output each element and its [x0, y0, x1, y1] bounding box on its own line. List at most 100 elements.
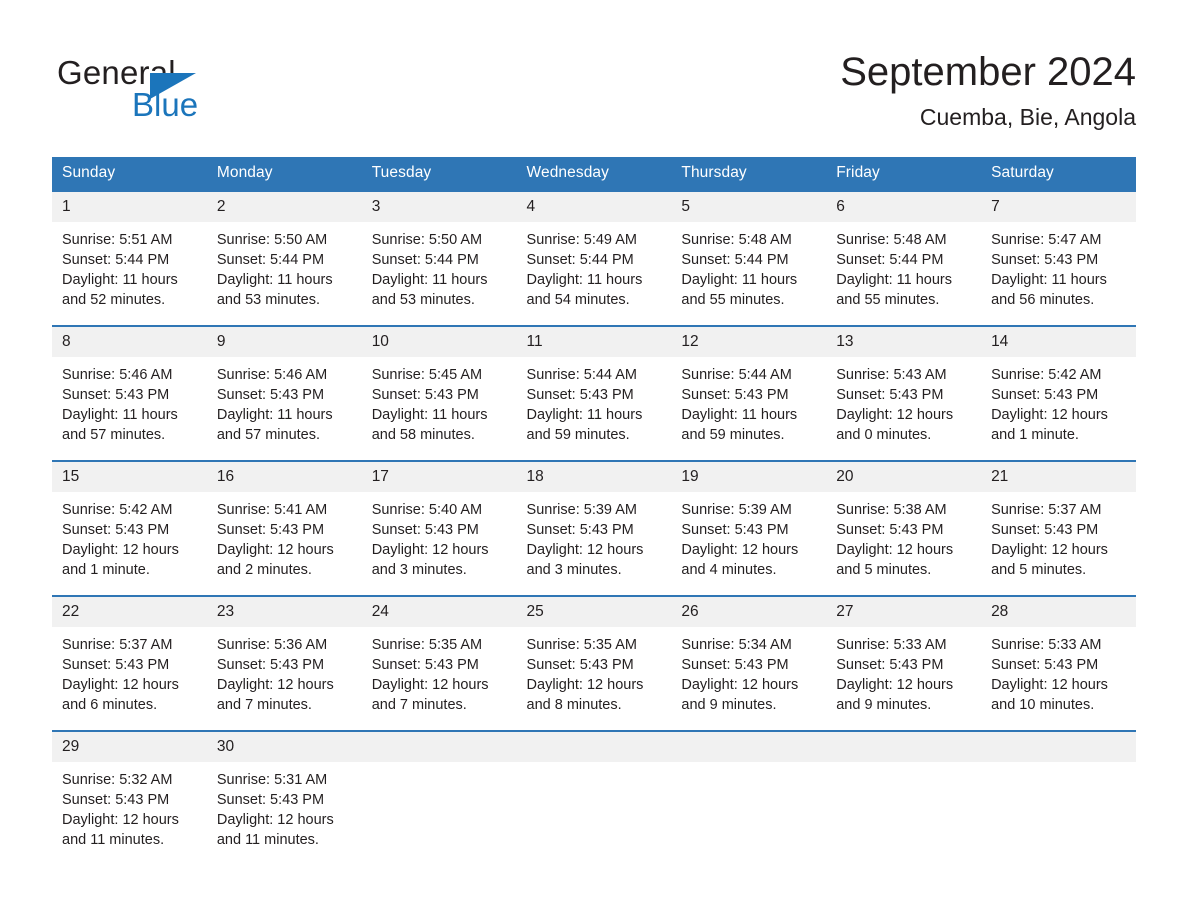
day-number: 12: [671, 327, 827, 357]
day-number: 14: [981, 327, 1136, 357]
day-number: 20: [826, 462, 982, 492]
day-number: 27: [826, 597, 982, 627]
sunrise-text: Sunrise: 5:34 AM: [681, 637, 792, 653]
day-info: Sunrise: 5:48 AM Sunset: 5:44 PM Dayligh…: [671, 222, 826, 310]
calendar-body: 1 Sunrise: 5:51 AM Sunset: 5:44 PM Dayli…: [52, 190, 1136, 865]
day-number: 4: [516, 192, 672, 222]
day-cell[interactable]: 25 Sunrise: 5:35 AM Sunset: 5:43 PM Dayl…: [516, 595, 672, 731]
day-cell[interactable]: 24 Sunrise: 5:35 AM Sunset: 5:43 PM Dayl…: [361, 595, 517, 731]
day-cell[interactable]: 14 Sunrise: 5:42 AM Sunset: 5:43 PM Dayl…: [981, 325, 1136, 461]
day-cell[interactable]: 11 Sunrise: 5:44 AM Sunset: 5:43 PM Dayl…: [516, 325, 672, 461]
day-cell-empty: [981, 730, 1136, 865]
daylight-text: Daylight: 12 hours and 7 minutes.: [216, 677, 334, 713]
day-cell[interactable]: 10 Sunrise: 5:45 AM Sunset: 5:43 PM Dayl…: [361, 325, 517, 461]
day-cell[interactable]: 22 Sunrise: 5:37 AM Sunset: 5:43 PM Dayl…: [52, 595, 207, 731]
day-cell[interactable]: 1 Sunrise: 5:51 AM Sunset: 5:44 PM Dayli…: [52, 190, 207, 326]
day-info: Sunrise: 5:31 AM Sunset: 5:43 PM Dayligh…: [207, 762, 362, 850]
day-info: Sunrise: 5:39 AM Sunset: 5:43 PM Dayligh…: [671, 492, 826, 580]
weekday-header-saturday: Saturday: [981, 157, 1136, 191]
sunset-text: Sunset: 5:43 PM: [526, 657, 634, 673]
sunset-text: Sunset: 5:43 PM: [62, 522, 170, 538]
day-cell[interactable]: 23 Sunrise: 5:36 AM Sunset: 5:43 PM Dayl…: [206, 595, 362, 731]
day-number: [361, 732, 517, 762]
day-number: 30: [206, 732, 362, 762]
day-cell[interactable]: 27 Sunrise: 5:33 AM Sunset: 5:43 PM Dayl…: [826, 595, 982, 731]
day-info: Sunrise: 5:32 AM Sunset: 5:43 PM Dayligh…: [52, 762, 207, 850]
day-number: 18: [516, 462, 672, 492]
day-number: [671, 732, 827, 762]
day-cell[interactable]: 18 Sunrise: 5:39 AM Sunset: 5:43 PM Dayl…: [516, 460, 672, 596]
sunset-text: Sunset: 5:43 PM: [681, 387, 789, 403]
sunrise-text: Sunrise: 5:41 AM: [216, 502, 328, 518]
day-info: Sunrise: 5:33 AM Sunset: 5:43 PM Dayligh…: [826, 627, 981, 715]
sunset-text: Sunset: 5:43 PM: [371, 522, 479, 538]
day-info: Sunrise: 5:40 AM Sunset: 5:43 PM Dayligh…: [362, 492, 517, 580]
weekday-header-monday: Monday: [206, 157, 362, 191]
daylight-text: Daylight: 12 hours and 3 minutes.: [371, 542, 489, 578]
week-row: 29 Sunrise: 5:32 AM Sunset: 5:43 PM Dayl…: [52, 730, 1136, 865]
day-cell[interactable]: 13 Sunrise: 5:43 AM Sunset: 5:43 PM Dayl…: [826, 325, 982, 461]
day-number: 15: [52, 462, 207, 492]
day-info: Sunrise: 5:42 AM Sunset: 5:43 PM Dayligh…: [52, 492, 207, 580]
day-info: Sunrise: 5:39 AM Sunset: 5:43 PM Dayligh…: [517, 492, 672, 580]
calendar-grid: Sunday Monday Tuesday Wednesday Thursday…: [52, 157, 1136, 865]
daylight-text: Daylight: 12 hours and 11 minutes.: [216, 812, 334, 848]
day-cell[interactable]: 5 Sunrise: 5:48 AM Sunset: 5:44 PM Dayli…: [671, 190, 827, 326]
day-cell[interactable]: 29 Sunrise: 5:32 AM Sunset: 5:43 PM Dayl…: [52, 730, 207, 865]
day-cell-empty: [516, 730, 672, 865]
sunset-text: Sunset: 5:43 PM: [681, 522, 789, 538]
sunrise-text: Sunrise: 5:35 AM: [526, 637, 637, 653]
day-cell[interactable]: 26 Sunrise: 5:34 AM Sunset: 5:43 PM Dayl…: [671, 595, 827, 731]
day-number: 16: [206, 462, 362, 492]
daylight-text: Daylight: 11 hours and 53 minutes.: [371, 272, 488, 308]
day-cell[interactable]: 9 Sunrise: 5:46 AM Sunset: 5:43 PM Dayli…: [206, 325, 362, 461]
sunset-text: Sunset: 5:43 PM: [991, 252, 1099, 268]
day-cell[interactable]: 2 Sunrise: 5:50 AM Sunset: 5:44 PM Dayli…: [206, 190, 362, 326]
day-cell[interactable]: 16 Sunrise: 5:41 AM Sunset: 5:43 PM Dayl…: [206, 460, 362, 596]
daylight-text: Daylight: 12 hours and 4 minutes.: [681, 542, 799, 578]
daylight-text: Daylight: 12 hours and 3 minutes.: [526, 542, 644, 578]
sunrise-text: Sunrise: 5:35 AM: [371, 637, 483, 653]
day-info: Sunrise: 5:50 AM Sunset: 5:44 PM Dayligh…: [207, 222, 362, 310]
day-cell[interactable]: 30 Sunrise: 5:31 AM Sunset: 5:43 PM Dayl…: [206, 730, 362, 865]
sunrise-text: Sunrise: 5:36 AM: [216, 637, 328, 653]
weekday-header-friday: Friday: [826, 157, 982, 191]
day-number: 2: [206, 192, 362, 222]
day-cell[interactable]: 15 Sunrise: 5:42 AM Sunset: 5:43 PM Dayl…: [52, 460, 207, 596]
sunset-text: Sunset: 5:43 PM: [991, 657, 1099, 673]
day-info: Sunrise: 5:37 AM Sunset: 5:43 PM Dayligh…: [981, 492, 1136, 580]
day-cell[interactable]: 17 Sunrise: 5:40 AM Sunset: 5:43 PM Dayl…: [361, 460, 517, 596]
day-cell[interactable]: 6 Sunrise: 5:48 AM Sunset: 5:44 PM Dayli…: [826, 190, 982, 326]
day-number: 10: [361, 327, 517, 357]
day-cell[interactable]: 7 Sunrise: 5:47 AM Sunset: 5:43 PM Dayli…: [981, 190, 1136, 326]
day-info: Sunrise: 5:37 AM Sunset: 5:43 PM Dayligh…: [52, 627, 207, 715]
sunrise-text: Sunrise: 5:42 AM: [62, 502, 173, 518]
daylight-text: Daylight: 11 hours and 57 minutes.: [216, 407, 333, 443]
day-cell[interactable]: 28 Sunrise: 5:33 AM Sunset: 5:43 PM Dayl…: [981, 595, 1136, 731]
week-row: 1 Sunrise: 5:51 AM Sunset: 5:44 PM Dayli…: [52, 190, 1136, 326]
daylight-text: Daylight: 12 hours and 0 minutes.: [836, 407, 954, 443]
day-number: 9: [206, 327, 362, 357]
day-cell-empty: [671, 730, 827, 865]
sunrise-text: Sunrise: 5:33 AM: [836, 637, 947, 653]
daylight-text: Daylight: 12 hours and 5 minutes.: [836, 542, 954, 578]
sunrise-text: Sunrise: 5:44 AM: [526, 367, 637, 383]
day-cell[interactable]: 19 Sunrise: 5:39 AM Sunset: 5:43 PM Dayl…: [671, 460, 827, 596]
sunset-text: Sunset: 5:43 PM: [216, 657, 325, 673]
day-info: Sunrise: 5:45 AM Sunset: 5:43 PM Dayligh…: [362, 357, 517, 445]
day-number: 13: [826, 327, 982, 357]
day-cell[interactable]: 8 Sunrise: 5:46 AM Sunset: 5:43 PM Dayli…: [52, 325, 207, 461]
day-cell[interactable]: 12 Sunrise: 5:44 AM Sunset: 5:43 PM Dayl…: [671, 325, 827, 461]
day-cell[interactable]: 21 Sunrise: 5:37 AM Sunset: 5:43 PM Dayl…: [981, 460, 1136, 596]
page-header: General Blue September 2024 Cuemba, Bie,…: [0, 0, 1188, 155]
day-cell[interactable]: 3 Sunrise: 5:50 AM Sunset: 5:44 PM Dayli…: [361, 190, 517, 326]
day-cell[interactable]: 20 Sunrise: 5:38 AM Sunset: 5:43 PM Dayl…: [826, 460, 982, 596]
daylight-text: Daylight: 12 hours and 1 minute.: [62, 542, 179, 578]
day-info: Sunrise: 5:49 AM Sunset: 5:44 PM Dayligh…: [517, 222, 672, 310]
sunset-text: Sunset: 5:44 PM: [681, 252, 789, 268]
daylight-text: Daylight: 11 hours and 55 minutes.: [681, 272, 798, 308]
day-number: 6: [826, 192, 982, 222]
day-cell[interactable]: 4 Sunrise: 5:49 AM Sunset: 5:44 PM Dayli…: [516, 190, 672, 326]
sunset-text: Sunset: 5:43 PM: [216, 387, 325, 403]
weekday-header-wednesday: Wednesday: [516, 157, 672, 191]
